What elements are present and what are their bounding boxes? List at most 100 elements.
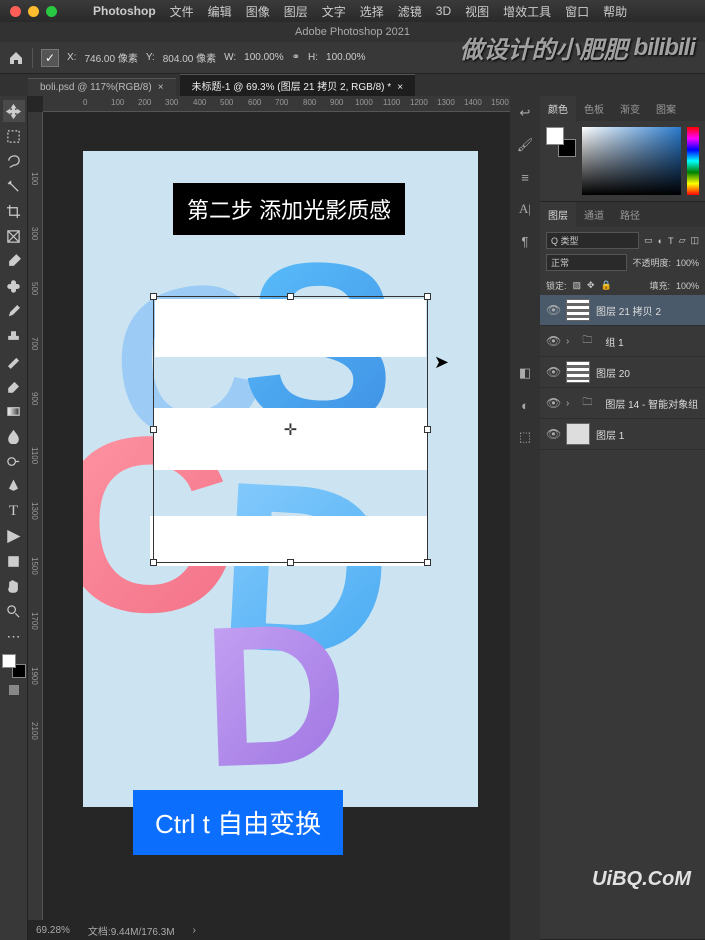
h-value[interactable]: 100.00% xyxy=(326,52,365,63)
layer-thumbnail[interactable] xyxy=(566,299,590,321)
transform-handle-ne[interactable] xyxy=(424,293,431,300)
chevron-right-icon[interactable]: › xyxy=(566,336,569,347)
layer-thumbnail[interactable] xyxy=(566,361,590,383)
x-value[interactable]: 746.00 像素 xyxy=(84,50,137,65)
blend-mode-select[interactable]: 正常 xyxy=(546,254,627,271)
heal-tool[interactable] xyxy=(3,275,25,297)
adjustments-icon[interactable]: ◐ xyxy=(514,394,536,416)
layer-row[interactable]: 👁 › 🗀 组 1 xyxy=(540,326,705,357)
character-icon[interactable]: A| xyxy=(514,198,536,220)
crop-tool[interactable] xyxy=(3,200,25,222)
foreground-background-colors[interactable] xyxy=(2,654,26,678)
filter-smart-icon[interactable]: ◫ xyxy=(690,235,699,246)
brushes-icon[interactable]: 🖌 xyxy=(514,134,536,156)
move-tool[interactable] xyxy=(3,100,25,122)
libraries-icon[interactable]: ◧ xyxy=(514,362,536,384)
transform-handle-s[interactable] xyxy=(287,559,294,566)
transform-handle-n[interactable] xyxy=(287,293,294,300)
tab-layers[interactable]: 图层 xyxy=(540,202,576,227)
layer-name[interactable]: 图层 1 xyxy=(596,427,624,442)
transform-toggle[interactable]: ✓ xyxy=(41,49,59,67)
menu-edit[interactable]: 编辑 xyxy=(208,3,232,20)
marquee-tool[interactable] xyxy=(3,125,25,147)
menu-select[interactable]: 选择 xyxy=(360,3,384,20)
paragraph-icon[interactable]: ¶ xyxy=(514,230,536,252)
transform-handle-sw[interactable] xyxy=(150,559,157,566)
dodge-tool[interactable] xyxy=(3,450,25,472)
fill-value[interactable]: 100% xyxy=(676,281,699,291)
w-value[interactable]: 100.00% xyxy=(244,52,283,63)
stamp-tool[interactable] xyxy=(3,325,25,347)
chevron-right-icon[interactable]: › xyxy=(566,398,569,409)
hue-slider[interactable] xyxy=(687,127,699,195)
zoom-level[interactable]: 69.28% xyxy=(36,925,70,936)
menu-view[interactable]: 视图 xyxy=(465,3,489,20)
brush-tool[interactable] xyxy=(3,300,25,322)
edit-toolbar[interactable]: ⋯ xyxy=(3,625,25,647)
lasso-tool[interactable] xyxy=(3,150,25,172)
tab-gradients[interactable]: 渐变 xyxy=(612,96,648,121)
transform-handle-se[interactable] xyxy=(424,559,431,566)
eyedropper-tool[interactable] xyxy=(3,250,25,272)
lock-pixels-icon[interactable]: ▨ xyxy=(573,280,582,291)
window-maximize-button[interactable] xyxy=(46,6,57,17)
y-value[interactable]: 804.00 像素 xyxy=(163,50,216,65)
transform-handle-nw[interactable] xyxy=(150,293,157,300)
layer-row[interactable]: 👁 图层 1 xyxy=(540,419,705,450)
hand-tool[interactable] xyxy=(3,575,25,597)
layer-name[interactable]: 图层 20 xyxy=(596,365,630,380)
menu-plugins[interactable]: 增效工具 xyxy=(503,3,551,20)
layer-name[interactable]: 组 1 xyxy=(605,334,623,349)
lock-position-icon[interactable]: ✥ xyxy=(587,280,595,291)
filter-shape-icon[interactable]: ▱ xyxy=(679,235,686,246)
tab-patterns[interactable]: 图案 xyxy=(648,96,684,121)
layer-row[interactable]: 👁 图层 21 拷贝 2 xyxy=(540,295,705,326)
visibility-icon[interactable]: 👁 xyxy=(546,427,560,441)
menu-filter[interactable]: 滤镜 xyxy=(398,3,422,20)
tab-swatches[interactable]: 色板 xyxy=(576,96,612,121)
transform-handle-w[interactable] xyxy=(150,426,157,433)
visibility-icon[interactable]: 👁 xyxy=(546,334,560,348)
tab-untitled[interactable]: 未标题-1 @ 69.3% (图层 21 拷贝 2, RGB/8) *× xyxy=(180,74,416,96)
tab-boli[interactable]: boli.psd @ 117%(RGB/8)× xyxy=(28,78,176,96)
history-icon[interactable]: ↩ xyxy=(514,102,536,124)
visibility-icon[interactable]: 👁 xyxy=(546,365,560,379)
zoom-tool[interactable] xyxy=(3,600,25,622)
layer-name[interactable]: 图层 21 拷贝 2 xyxy=(596,303,661,318)
blur-tool[interactable] xyxy=(3,425,25,447)
transform-center-icon[interactable]: ✛ xyxy=(284,420,297,440)
menu-file[interactable]: 文件 xyxy=(170,3,194,20)
visibility-icon[interactable]: 👁 xyxy=(546,303,560,317)
filter-image-icon[interactable]: ▭ xyxy=(644,235,653,246)
chevron-right-icon[interactable]: › xyxy=(193,925,196,936)
app-menu[interactable]: Photoshop xyxy=(93,4,156,18)
link-icon[interactable]: ⚭ xyxy=(292,52,300,63)
layer-filter-select[interactable]: Q 类型 xyxy=(546,232,639,249)
window-minimize-button[interactable] xyxy=(28,6,39,17)
tab-channels[interactable]: 通道 xyxy=(576,202,612,227)
lock-all-icon[interactable]: 🔒 xyxy=(601,280,612,291)
filter-type-icon[interactable]: T xyxy=(668,236,674,246)
menu-image[interactable]: 图像 xyxy=(246,3,270,20)
type-tool[interactable]: T xyxy=(3,500,25,522)
styles-icon[interactable]: ⬚ xyxy=(514,426,536,448)
tab-paths[interactable]: 路径 xyxy=(612,202,648,227)
layer-row[interactable]: 👁 › 🗀 图层 14 - 智能对象组 xyxy=(540,388,705,419)
quick-mask-toggle[interactable] xyxy=(9,685,19,695)
window-close-button[interactable] xyxy=(10,6,21,17)
path-tool[interactable] xyxy=(3,525,25,547)
eraser-tool[interactable] xyxy=(3,375,25,397)
gradient-tool[interactable] xyxy=(3,400,25,422)
opacity-value[interactable]: 100% xyxy=(676,258,699,268)
tab-color[interactable]: 颜色 xyxy=(540,96,576,121)
wand-tool[interactable] xyxy=(3,175,25,197)
menu-window[interactable]: 窗口 xyxy=(565,3,589,20)
close-icon[interactable]: × xyxy=(158,82,164,93)
pen-tool[interactable] xyxy=(3,475,25,497)
properties-icon[interactable]: ≡ xyxy=(514,166,536,188)
menu-help[interactable]: 帮助 xyxy=(603,3,627,20)
shape-tool[interactable] xyxy=(3,550,25,572)
color-picker[interactable] xyxy=(582,127,681,195)
transform-handle-e[interactable] xyxy=(424,426,431,433)
layer-row[interactable]: 👁 图层 20 xyxy=(540,357,705,388)
